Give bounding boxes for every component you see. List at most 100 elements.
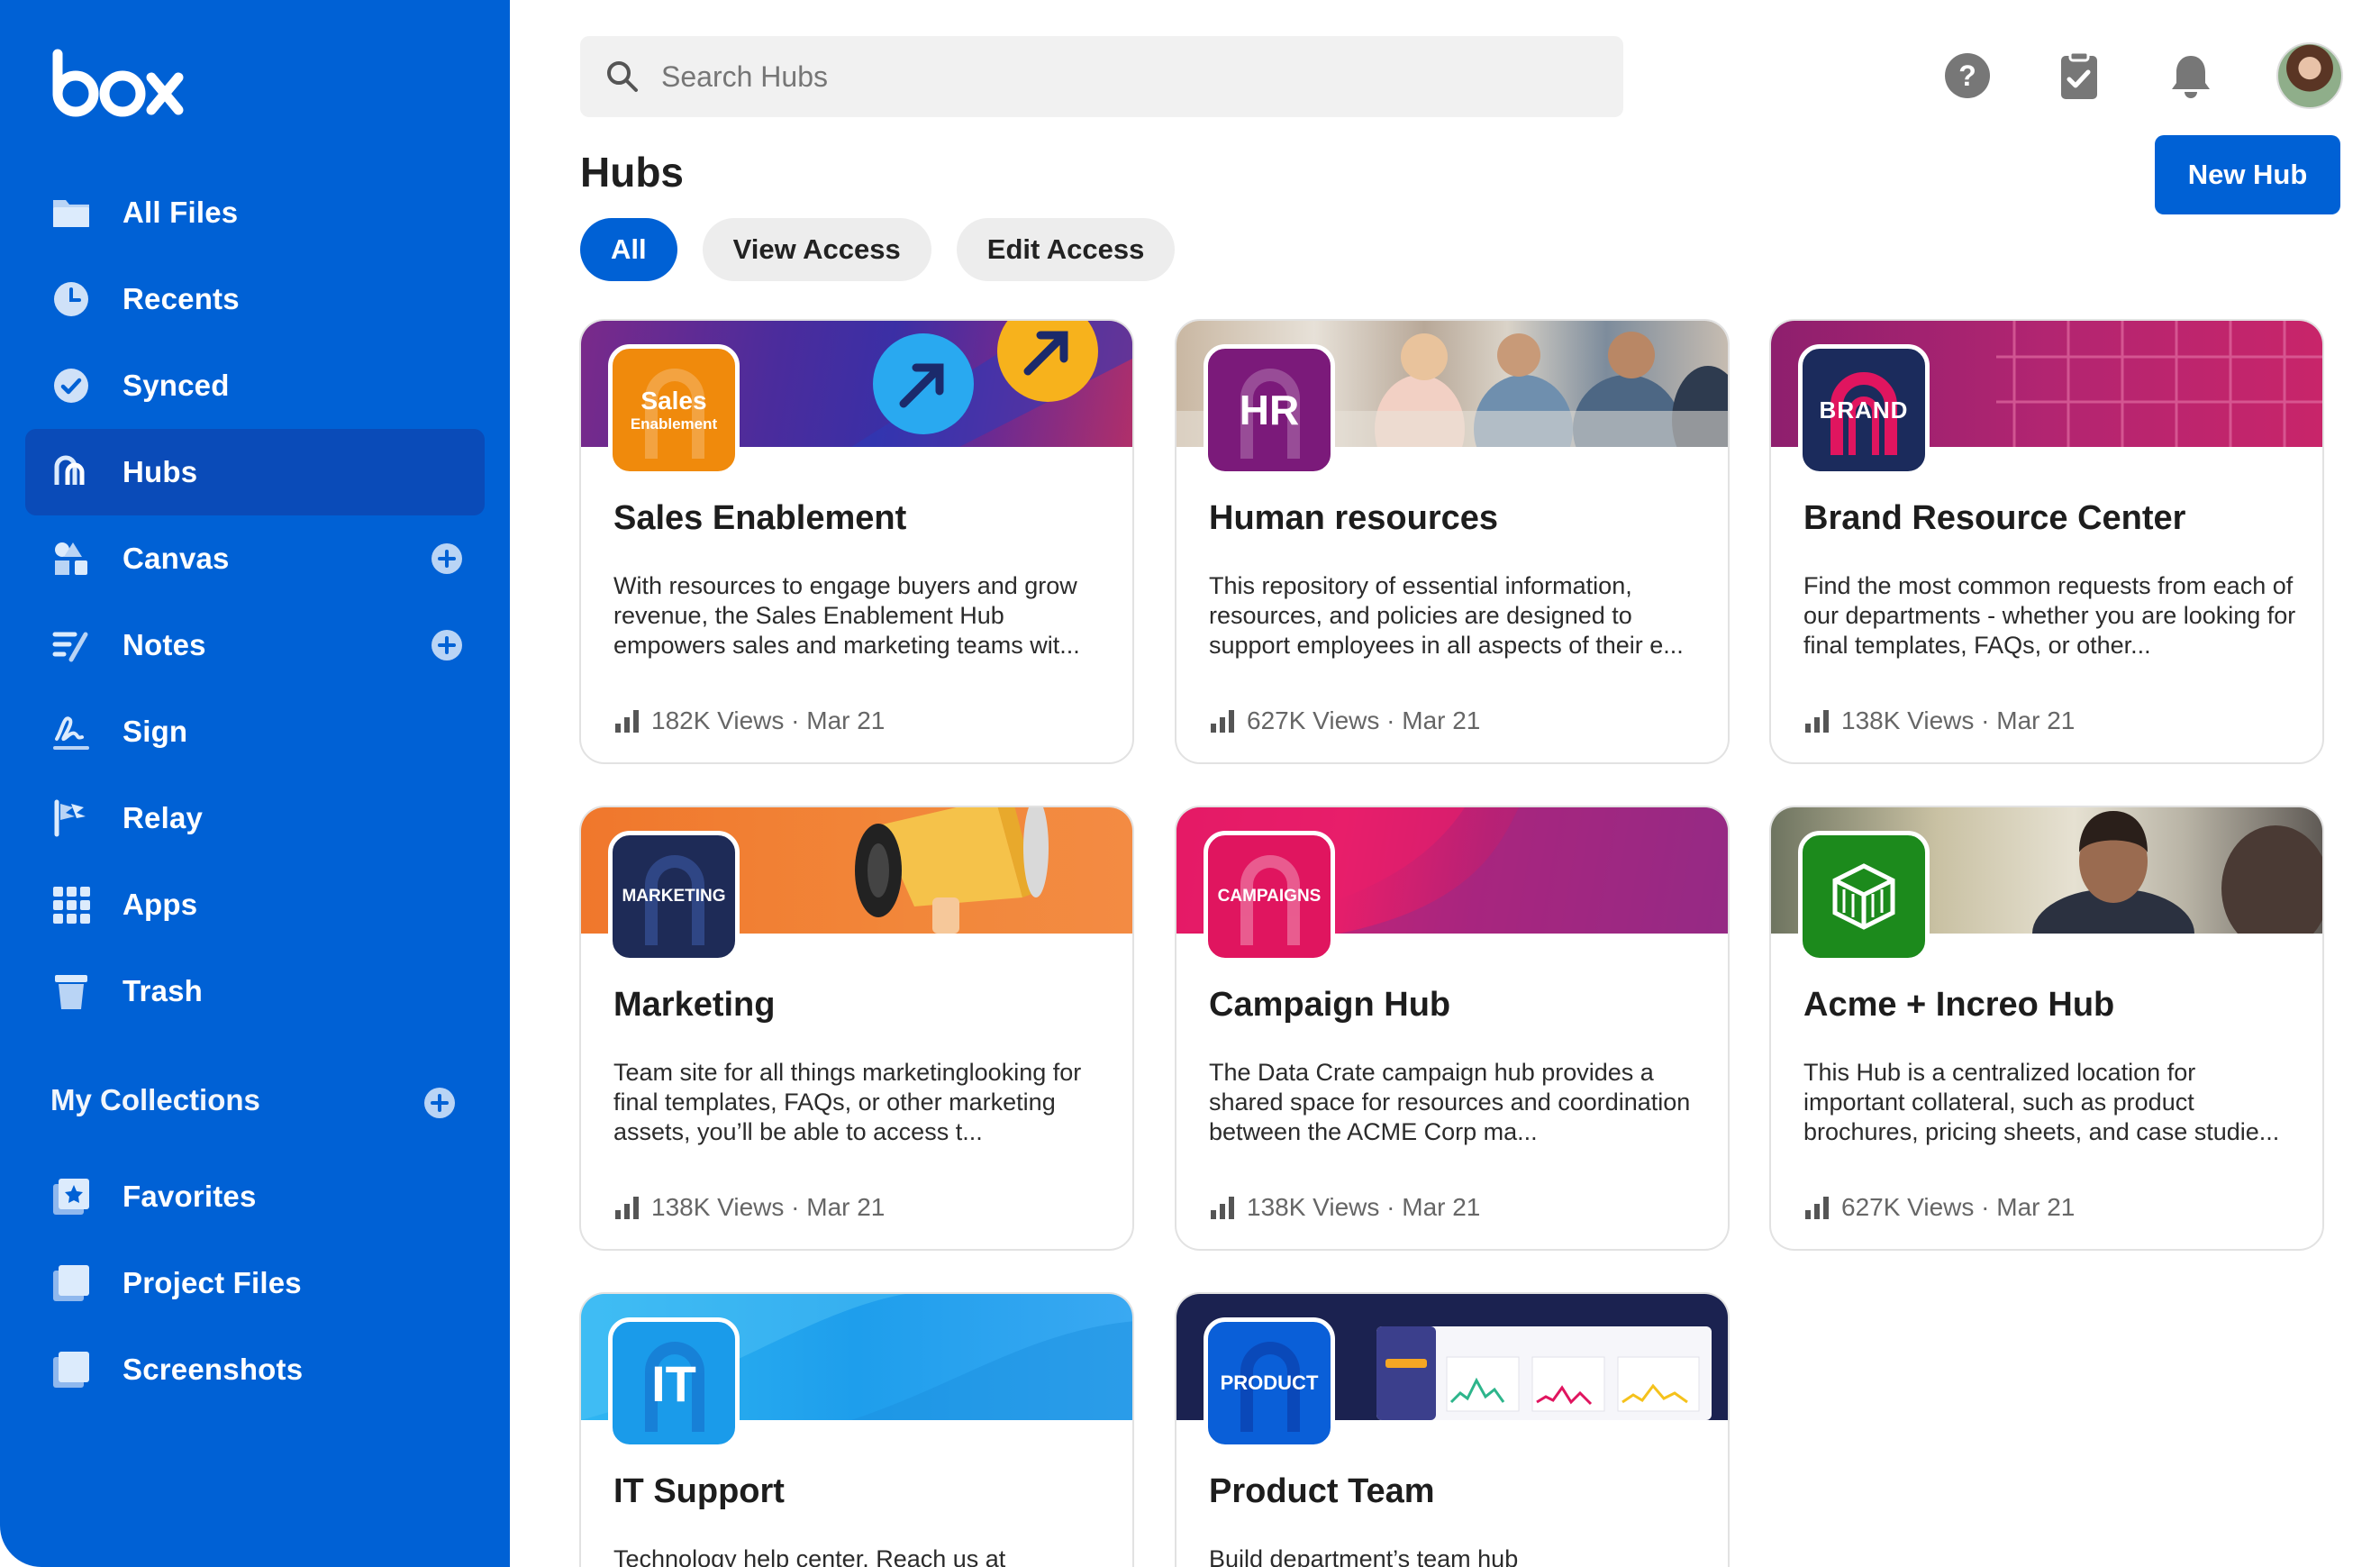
search-input[interactable] bbox=[661, 59, 1562, 94]
badge-text: CAMPAIGNS bbox=[1217, 887, 1322, 906]
hub-badge bbox=[1798, 831, 1930, 962]
sidebar-item-label: Hubs bbox=[123, 455, 198, 488]
hub-description: This Hub is a centralized location for i… bbox=[1803, 1059, 2280, 1145]
sidebar-item-relay[interactable]: Relay bbox=[25, 775, 485, 861]
collection-item-label: Project Files bbox=[123, 1266, 302, 1299]
hub-meta: 138K Views · Mar 21 bbox=[1209, 1193, 1480, 1222]
hub-badge: Sales Enablement bbox=[608, 344, 740, 476]
sidebar-item-sign[interactable]: Sign bbox=[25, 688, 485, 775]
hub-description: Build department’s team hub bbox=[1209, 1545, 1519, 1567]
trash-icon bbox=[49, 969, 94, 1014]
hub-meta: 627K Views · Mar 21 bbox=[1209, 706, 1480, 735]
sidebar: All Files Recents Synced Hubs Canvas Not… bbox=[0, 0, 510, 1567]
search-bar[interactable] bbox=[580, 36, 1623, 117]
sidebar-item-notes[interactable]: Notes bbox=[25, 602, 485, 688]
hub-title: Human resources bbox=[1209, 499, 1499, 537]
sidebar-item-hubs[interactable]: Hubs bbox=[25, 429, 485, 515]
sidebar-item-apps[interactable]: Apps bbox=[25, 861, 485, 948]
add-note-button[interactable] bbox=[431, 629, 463, 661]
hubs-icon bbox=[49, 450, 94, 495]
hub-badge: IT bbox=[608, 1317, 740, 1449]
hub-badge: CAMPAIGNS bbox=[1204, 831, 1335, 962]
check-circle-icon bbox=[49, 363, 94, 408]
stats-icon bbox=[1805, 710, 1829, 733]
stats-icon bbox=[1211, 710, 1234, 733]
sidebar-item-label: Canvas bbox=[123, 542, 230, 575]
stats-icon bbox=[615, 710, 639, 733]
hub-card-sales-enablement[interactable]: Sales Enablement Sales Enablement With r… bbox=[579, 319, 1134, 764]
clock-icon bbox=[49, 277, 94, 322]
stats-icon bbox=[615, 1197, 639, 1219]
sidebar-item-label: Sign bbox=[123, 715, 188, 748]
hub-views: 138K Views · Mar 21 bbox=[1247, 1193, 1481, 1221]
hub-card-human-resources[interactable]: HR Human resources This repository of es… bbox=[1175, 319, 1730, 764]
collection-item-project-files[interactable]: Project Files bbox=[25, 1240, 485, 1326]
my-collections-heading: My Collections bbox=[50, 1083, 260, 1116]
hub-title: IT Support bbox=[613, 1472, 785, 1510]
hub-description: This repository of essential information… bbox=[1209, 572, 1684, 659]
sidebar-item-all-files[interactable]: All Files bbox=[25, 169, 485, 256]
badge-text: BRAND bbox=[1819, 396, 1909, 424]
hub-card-it-support[interactable]: IT IT Support Technology help center. Re… bbox=[579, 1292, 1134, 1567]
hub-card-product-team[interactable]: PRODUCT Product Team Build department’s … bbox=[1175, 1292, 1730, 1567]
hub-card-campaign-hub[interactable]: CAMPAIGNS Campaign Hub The Data Crate ca… bbox=[1175, 806, 1730, 1251]
hub-card-marketing[interactable]: MARKETING Marketing Team site for all th… bbox=[579, 806, 1134, 1251]
hub-title: Marketing bbox=[613, 986, 776, 1024]
badge-text: MARKETING bbox=[622, 887, 726, 906]
hub-meta: 138K Views · Mar 21 bbox=[613, 1193, 885, 1222]
hub-views: 182K Views · Mar 21 bbox=[651, 706, 886, 734]
hub-card-brand-resource-center[interactable]: BRAND Brand Resource Center Find the mos… bbox=[1769, 319, 2324, 764]
hub-badge: BRAND bbox=[1798, 344, 1930, 476]
page-title: Hubs bbox=[580, 149, 684, 196]
sidebar-nav: All Files Recents Synced Hubs Canvas Not… bbox=[25, 169, 485, 1034]
svg-text:?: ? bbox=[1958, 59, 1976, 92]
favorites-icon bbox=[49, 1174, 94, 1219]
new-hub-button[interactable]: New Hub bbox=[2155, 135, 2340, 214]
hub-views: 627K Views · Mar 21 bbox=[1247, 706, 1481, 734]
sidebar-item-label: Recents bbox=[123, 282, 240, 315]
collection-item-label: Favorites bbox=[123, 1180, 257, 1213]
sidebar-item-label: Synced bbox=[123, 369, 230, 402]
cube-logo-icon bbox=[1832, 863, 1895, 930]
user-avatar[interactable] bbox=[2276, 42, 2343, 109]
tasks-icon[interactable] bbox=[2054, 50, 2104, 101]
collection-icon bbox=[49, 1347, 94, 1392]
filter-all[interactable]: All bbox=[580, 218, 677, 281]
hub-meta: 182K Views · Mar 21 bbox=[613, 706, 885, 735]
sidebar-item-trash[interactable]: Trash bbox=[25, 948, 485, 1034]
bell-icon[interactable] bbox=[2166, 50, 2216, 101]
collection-icon bbox=[49, 1261, 94, 1306]
hub-meta: 627K Views · Mar 21 bbox=[1803, 1193, 2075, 1222]
add-collection-button[interactable] bbox=[423, 1087, 456, 1119]
hub-card-acme-increo[interactable]: Acme + Increo Hub This Hub is a centrali… bbox=[1769, 806, 2324, 1251]
collection-item-favorites[interactable]: Favorites bbox=[25, 1153, 485, 1240]
hub-description: Technology help center. Reach us at bbox=[613, 1545, 1006, 1567]
collection-item-label: Screenshots bbox=[123, 1353, 304, 1386]
hub-description: Team site for all things marketinglookin… bbox=[613, 1059, 1082, 1145]
hub-badge: MARKETING bbox=[608, 831, 740, 962]
hub-views: 627K Views · Mar 21 bbox=[1841, 1193, 2076, 1221]
box-logo[interactable] bbox=[50, 49, 186, 125]
collection-item-screenshots[interactable]: Screenshots bbox=[25, 1326, 485, 1413]
help-icon[interactable]: ? bbox=[1942, 50, 1993, 101]
folder-icon bbox=[49, 190, 94, 235]
relay-icon bbox=[49, 796, 94, 841]
hub-badge: PRODUCT bbox=[1204, 1317, 1335, 1449]
collections-nav: Favorites Project Files Screenshots bbox=[25, 1153, 485, 1413]
hub-meta: 138K Views · Mar 21 bbox=[1803, 706, 2075, 735]
sidebar-item-label: Apps bbox=[123, 888, 198, 921]
sidebar-item-synced[interactable]: Synced bbox=[25, 342, 485, 429]
hub-title: Acme + Increo Hub bbox=[1803, 986, 2115, 1024]
hub-badge: HR bbox=[1204, 344, 1335, 476]
sidebar-item-label: Trash bbox=[123, 974, 204, 1007]
filter-edit-access[interactable]: Edit Access bbox=[956, 218, 1176, 281]
filter-view-access[interactable]: View Access bbox=[702, 218, 931, 281]
sidebar-item-recents[interactable]: Recents bbox=[25, 256, 485, 342]
stats-icon bbox=[1805, 1197, 1829, 1219]
sidebar-item-canvas[interactable]: Canvas bbox=[25, 515, 485, 602]
hub-title: Product Team bbox=[1209, 1472, 1435, 1510]
add-canvas-button[interactable] bbox=[431, 542, 463, 575]
badge-text: HR bbox=[1239, 387, 1300, 433]
hub-title: Campaign Hub bbox=[1209, 986, 1451, 1024]
hub-description: Find the most common requests from each … bbox=[1803, 572, 2296, 659]
